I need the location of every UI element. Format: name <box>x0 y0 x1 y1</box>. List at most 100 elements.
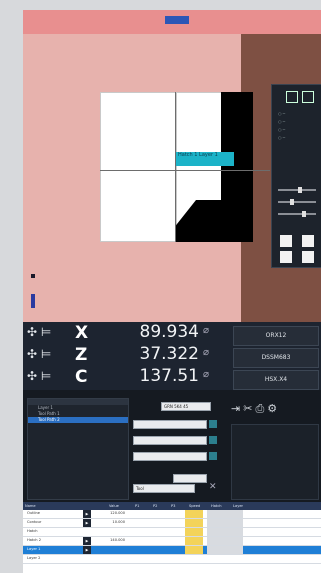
crosshair-vertical <box>175 92 176 242</box>
row-name: Outline <box>27 511 41 515</box>
part-quadrant[interactable] <box>100 170 176 242</box>
hatch-cell[interactable] <box>207 537 243 545</box>
panel-swatch[interactable] <box>302 235 314 247</box>
speed-cell[interactable] <box>185 537 203 545</box>
row-name: Hatch <box>27 529 38 533</box>
column-header[interactable]: Value <box>107 502 133 510</box>
table-row-selected[interactable]: Layer 1 ▶ <box>23 546 321 555</box>
speed-cell[interactable] <box>185 510 203 518</box>
hatch-cell[interactable] <box>207 546 243 554</box>
axis-letter: Z <box>75 345 88 365</box>
layer-tree[interactable]: Layer 1 Tool Path 1 Tool Path 2 <box>27 398 129 500</box>
printer-icon[interactable]: ⎙ <box>255 402 267 415</box>
jog-icons[interactable]: ✣ ⊨ <box>27 347 71 363</box>
panel-option[interactable]: ○ ─ <box>278 119 314 124</box>
column-header[interactable]: Speed <box>187 502 209 510</box>
table-row[interactable]: Hatch 2 ▶ 140.000 <box>23 537 321 546</box>
axis-gizmo <box>31 294 35 308</box>
operations-table[interactable]: Name Value P1 P2 P3 Speed Hatch Layer Ou… <box>23 502 321 573</box>
row-name: Layer 2 <box>27 556 41 560</box>
operation-icon[interactable]: ▶ <box>83 519 91 527</box>
axis-value: 89.934 <box>139 322 199 342</box>
part-quadrant[interactable] <box>100 92 176 174</box>
row-name: Layer 1 <box>27 547 41 551</box>
field-button[interactable] <box>209 452 217 460</box>
text-field[interactable] <box>133 452 207 461</box>
parameter-form: GRN 5K4 45 Tool ✕ <box>133 398 227 498</box>
row-value: 140.000 <box>110 538 125 542</box>
table-row[interactable]: Layer 2 <box>23 555 321 564</box>
panel-icon[interactable] <box>286 91 298 103</box>
column-header[interactable]: P2 <box>151 502 169 510</box>
machine-control-screen: Hatch 1 Layer 1 ○ ─ ○ ─ ○ ─ ○ ─ ✣ ⊨ X 89… <box>23 10 321 573</box>
axis-letter: C <box>75 367 88 387</box>
operation-icon[interactable]: ▶ <box>83 537 91 545</box>
jog-icons[interactable]: ✣ ⊨ <box>27 369 71 385</box>
zero-axis-icon[interactable]: ⌀ <box>203 325 217 341</box>
axis-row-z: ✣ ⊨ Z 37.322 ⌀ <box>23 344 223 366</box>
tree-item[interactable]: Tool Path 2 <box>28 417 128 423</box>
cad-viewport[interactable]: Hatch 1 Layer 1 ○ ─ ○ ─ ○ ─ ○ ─ <box>23 10 321 322</box>
table-row[interactable]: Contour ▶ 10.000 <box>23 519 321 528</box>
panel-option[interactable]: ○ ─ <box>278 111 314 116</box>
scissors-icon[interactable]: ✂ <box>243 402 255 415</box>
field-button[interactable] <box>209 420 217 428</box>
function-button[interactable]: DSSM683 <box>233 348 319 368</box>
text-field[interactable] <box>133 436 207 445</box>
column-header[interactable]: Hatch <box>209 502 231 510</box>
speed-cell[interactable] <box>185 519 203 527</box>
crosshair-horizontal <box>100 170 270 171</box>
row-name: Contour <box>27 520 42 524</box>
panel-swatch[interactable] <box>302 251 314 263</box>
speed-cell[interactable] <box>185 546 203 554</box>
operation-icon[interactable]: ▶ <box>83 546 91 554</box>
arrow-icon[interactable]: ⇥ <box>231 402 243 415</box>
table-row[interactable]: Outline ▶ 120.000 <box>23 510 321 519</box>
row-value: 10.000 <box>112 520 125 524</box>
zero-axis-icon[interactable]: ⌀ <box>203 369 217 385</box>
table-header: Name Value P1 P2 P3 Speed Hatch Layer <box>23 502 321 510</box>
viewport-top-strip <box>23 10 321 34</box>
panel-swatch[interactable] <box>280 235 292 247</box>
text-field[interactable] <box>173 474 207 483</box>
table-row[interactable]: Hatch <box>23 528 321 537</box>
panel-slider[interactable] <box>278 211 316 217</box>
speed-cell[interactable] <box>185 528 203 536</box>
hatch-cell[interactable] <box>207 510 243 518</box>
panel-option[interactable]: ○ ─ <box>278 127 314 132</box>
trash-icon[interactable]: ✕ <box>209 482 217 492</box>
field-button[interactable] <box>209 436 217 444</box>
panel-slider[interactable] <box>278 199 316 205</box>
panel-icon[interactable] <box>302 91 314 103</box>
column-header[interactable]: P3 <box>169 502 187 510</box>
operation-icon[interactable]: ▶ <box>83 510 91 518</box>
dropdown-field[interactable] <box>133 420 207 429</box>
column-header[interactable]: Name <box>23 502 65 510</box>
column-header[interactable]: P1 <box>133 502 151 510</box>
tool-indicator <box>165 16 189 24</box>
jog-icons[interactable]: ✣ ⊨ <box>27 325 71 341</box>
job-panel: Layer 1 Tool Path 1 Tool Path 2 GRN 5K4 … <box>23 390 321 502</box>
panel-slider[interactable] <box>278 187 316 193</box>
column-header[interactable] <box>65 502 107 510</box>
row-value: 120.000 <box>110 511 125 515</box>
zero-axis-icon[interactable]: ⌀ <box>203 347 217 363</box>
axis-letter: X <box>75 323 89 343</box>
dropdown-field[interactable]: Tool <box>133 484 195 493</box>
panel-option[interactable]: ○ ─ <box>278 135 314 140</box>
selection-label[interactable]: Hatch 1 Layer 1 <box>176 152 234 166</box>
digital-readout: ✣ ⊨ X 89.934 ⌀ ✣ ⊨ Z 37.322 ⌀ ✣ ⊨ C 137.… <box>23 322 321 390</box>
axis-row-x: ✣ ⊨ X 89.934 ⌀ <box>23 322 223 344</box>
text-field[interactable]: GRN 5K4 45 <box>161 402 211 411</box>
hatch-cell[interactable] <box>207 528 243 536</box>
function-button[interactable]: HSX.X4 <box>233 370 319 390</box>
preview-panel <box>231 424 319 500</box>
origin-marker <box>31 274 35 278</box>
layer-options-panel[interactable]: ○ ─ ○ ─ ○ ─ ○ ─ <box>271 84 321 268</box>
function-button[interactable]: ORX12 <box>233 326 319 346</box>
hatch-cell[interactable] <box>207 519 243 527</box>
column-header[interactable]: Layer <box>231 502 253 510</box>
panel-swatch[interactable] <box>280 251 292 263</box>
gear-icon[interactable]: ⚙ <box>267 402 280 415</box>
axis-value: 37.322 <box>139 344 199 364</box>
